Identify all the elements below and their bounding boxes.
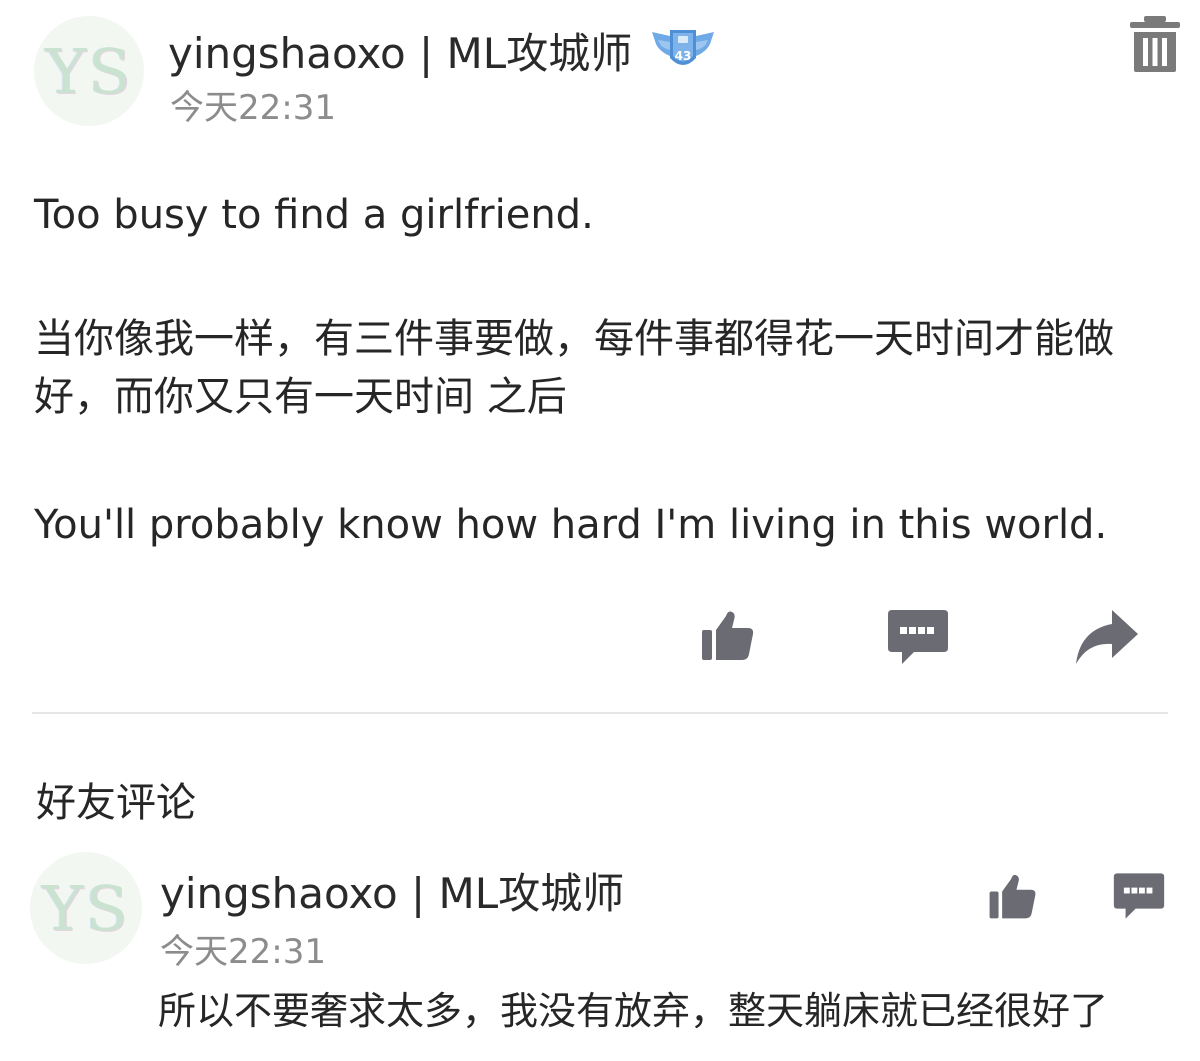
post-timestamp: 今天22:31 xyxy=(170,88,336,128)
badge-number: 43 xyxy=(675,49,692,63)
post-username: yingshaoxo | ML攻城师 xyxy=(168,29,633,78)
comment-timestamp: 今天22:31 xyxy=(160,932,326,972)
comment-avatar[interactable]: YS xyxy=(30,852,142,964)
comment-username[interactable]: yingshaoxo | ML攻城师 xyxy=(160,860,624,921)
share-arrow-icon[interactable] xyxy=(1074,608,1140,666)
vip-badge-icon: 43 xyxy=(648,26,718,76)
comment-thumbs-up-icon[interactable] xyxy=(986,870,1038,922)
post-paragraph: You'll probably know how hard I'm living… xyxy=(34,502,1108,548)
divider xyxy=(32,712,1168,714)
post-paragraph: 当你像我一样，有三件事要做，每件事都得花一天时间才能做好，而你又只有一天时间 之… xyxy=(34,316,1114,420)
post-author[interactable]: yingshaoxo | ML攻城师 43 xyxy=(168,20,718,81)
comment-reply-icon[interactable] xyxy=(1112,870,1166,922)
moment-detail-page: YS yingshaoxo | ML攻城师 43 今天22:31 Too bus… xyxy=(0,0,1200,1061)
avatar-initials: YS xyxy=(45,34,133,108)
trash-icon[interactable] xyxy=(1128,14,1182,74)
avatar-initials: YS xyxy=(42,871,130,945)
comment-bubble-icon[interactable] xyxy=(886,606,950,668)
comment-text: 所以不要奢求太多，我没有放弃，整天躺床就已经很好了 xyxy=(158,989,1109,1033)
thumbs-up-icon[interactable] xyxy=(698,606,756,664)
comments-section-title: 好友评论 xyxy=(36,780,196,826)
post-paragraph: Too busy to find a girlfriend. xyxy=(34,192,594,238)
post-avatar[interactable]: YS xyxy=(34,16,144,126)
